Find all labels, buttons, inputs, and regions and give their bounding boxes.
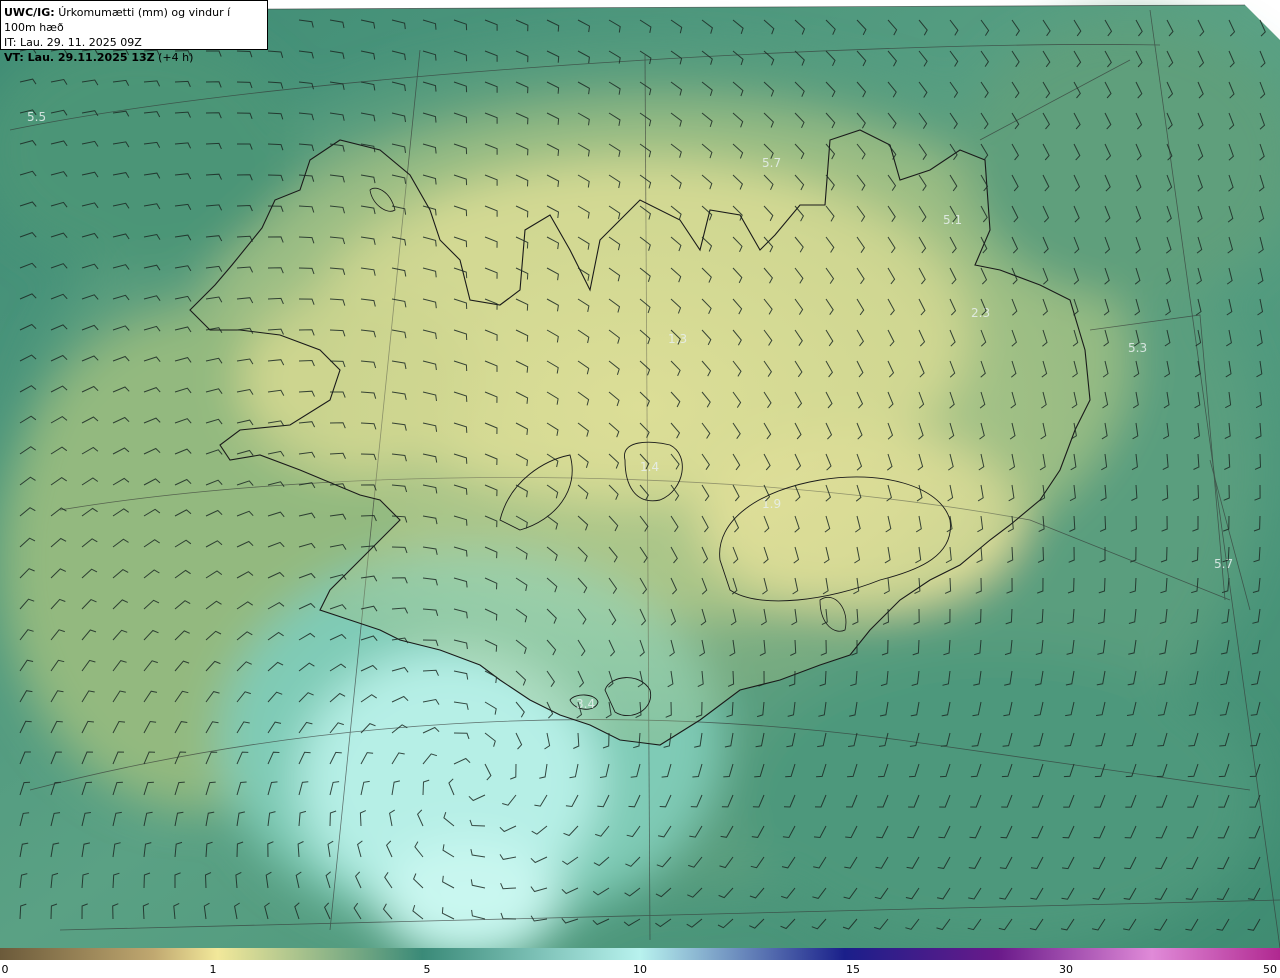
valid-time-line: VT: Lau. 29.11.2025 13Z (+4 h) (4, 50, 264, 65)
map-value-label: 1.4 (640, 460, 659, 474)
colorbar-tick: 5 (423, 963, 431, 976)
colorbar-tick: 30 (1059, 963, 1073, 976)
colorbar-tick: 15 (846, 963, 860, 976)
map-info-box: UWC/IG: Úrkomumætti (mm) og vindur í 100… (0, 0, 268, 64)
weather-map: 5.5 5.7 5.1 2.3 5.3 5.7 1.4 3.4 1.9 1.3 (0, 0, 1280, 948)
model-name: UWC/IG: (4, 6, 55, 19)
colorbar-tick: 1 (209, 963, 217, 976)
map-value-label: 5.1 (943, 213, 962, 227)
map-value-label: 5.5 (27, 110, 46, 124)
issue-time: IT: Lau. 29. 11. 2025 09Z (4, 36, 142, 49)
colorbar-ticks: 0 1 5 10 15 30 50 (0, 960, 1280, 978)
colorbar-tick: 50 (1263, 963, 1277, 976)
colorbar-tick: 0 (1, 963, 9, 976)
map-value-label: 1.9 (762, 497, 781, 511)
colorbar (0, 948, 1280, 960)
colorbar-tick: 10 (633, 963, 647, 976)
forecast-offset: (+4 h) (158, 51, 194, 64)
valid-time: VT: Lau. 29.11.2025 13Z (4, 51, 155, 64)
info-title-line: UWC/IG: Úrkomumætti (mm) og vindur í 100… (4, 5, 264, 35)
map-value-label: 2.3 (971, 306, 990, 320)
map-value-label: 5.7 (1214, 557, 1233, 571)
map-value-label: 1.3 (668, 332, 687, 346)
